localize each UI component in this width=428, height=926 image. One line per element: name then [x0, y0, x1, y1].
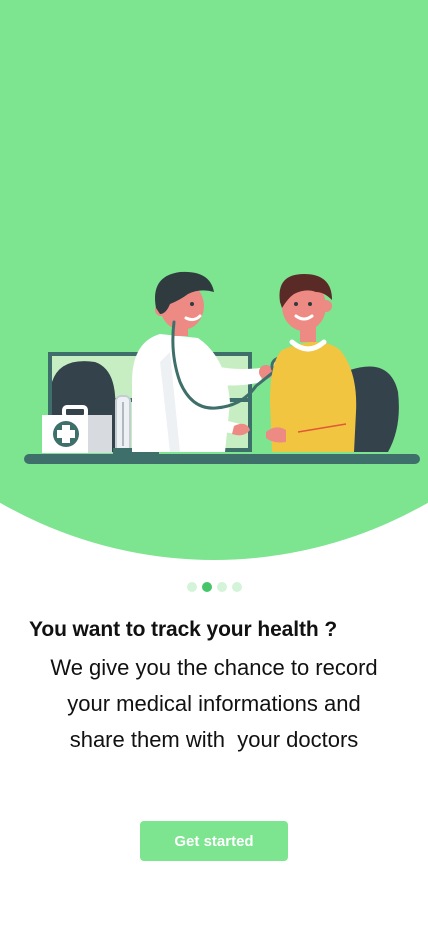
onboarding-description: We give you the chance to record your me… — [14, 650, 414, 758]
pagination-dot-3[interactable] — [216, 582, 227, 592]
doctor-patient-illustration — [24, 271, 420, 464]
pagination-dots — [0, 582, 428, 592]
description-line-2: your medical informations and — [67, 691, 361, 716]
pagination-dot-4[interactable] — [231, 582, 242, 592]
doctor-figure — [132, 271, 290, 452]
patient-figure — [266, 274, 357, 452]
onboarding-headline: You want to track your health ? — [29, 618, 338, 641]
hero-section — [0, 0, 428, 570]
desk — [24, 454, 420, 464]
description-line-1: We give you the chance to record — [50, 655, 378, 680]
pagination-dot-1[interactable] — [186, 582, 197, 592]
description-line-3: share them with your doctors — [69, 727, 359, 752]
get-started-button[interactable]: Get started — [140, 821, 288, 861]
pagination-dot-2-active[interactable] — [201, 582, 212, 592]
